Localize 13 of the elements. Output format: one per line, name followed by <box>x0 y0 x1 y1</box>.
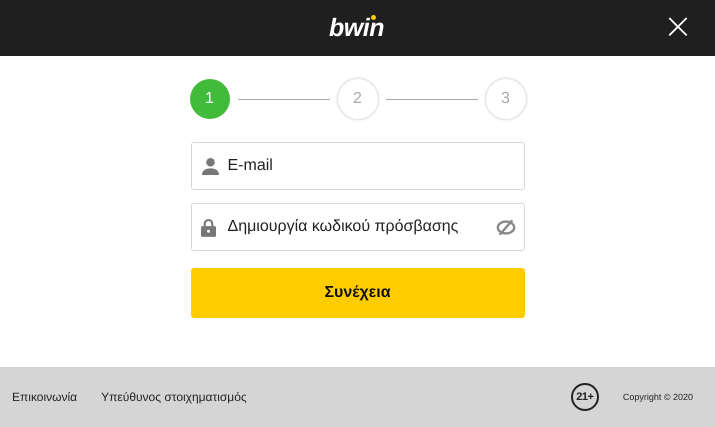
password-field[interactable]: Δημιουργία κωδικού πρόσβασης <box>190 203 524 251</box>
age-limit-badge: 21+ <box>570 383 599 411</box>
continue-button[interactable]: Συνέχεια <box>190 268 524 318</box>
footer-link[interactable]: Επικοινωνία <box>12 390 78 404</box>
close-button[interactable]: × <box>660 10 695 44</box>
step-indicator: 2 <box>338 79 378 119</box>
footer-link[interactable]: Υπεύθυνος στοιχηματισμός <box>101 390 247 404</box>
hidden-eye-icon[interactable] <box>496 219 516 236</box>
step-indicator: 1 <box>190 79 230 119</box>
copyright-text: Copyright © 2020 <box>622 392 693 402</box>
step-indicator: 3 <box>486 79 526 119</box>
logo: bwin <box>329 14 385 42</box>
email-field[interactable]: E-mail <box>190 142 524 190</box>
